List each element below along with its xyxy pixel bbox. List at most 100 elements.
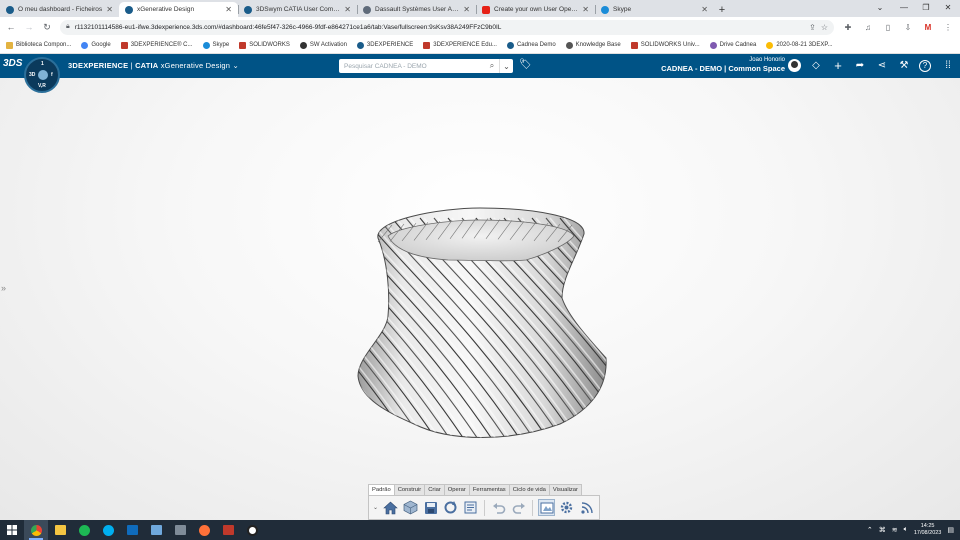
network-share-icon[interactable]: ⋖ <box>875 59 889 73</box>
notifications-icon[interactable]: ▤ <box>947 526 954 534</box>
sidebar-icon[interactable]: ▯ <box>882 23 894 32</box>
bookmark-item[interactable]: Knowledge Base <box>565 41 621 49</box>
minimize-button[interactable]: — <box>892 0 916 15</box>
file-explorer-icon[interactable] <box>48 520 72 540</box>
forward-icon[interactable]: → <box>24 22 34 32</box>
close-tab-icon[interactable]: ✕ <box>106 5 113 14</box>
user-space-info[interactable]: Joao Honorio CADNEA - DEMO | Common Spac… <box>661 57 785 73</box>
tools-icon[interactable]: ⚒ <box>897 59 911 73</box>
calculator-icon[interactable] <box>168 520 192 540</box>
bookmark-item[interactable]: Skype <box>202 41 229 49</box>
app-brand[interactable]: 3DEXPERIENCE | CATIA xGenerative Design … <box>68 61 239 70</box>
refresh-icon[interactable] <box>442 499 459 516</box>
media-icon[interactable]: ♫ <box>862 23 874 32</box>
browser-tab-youtube[interactable]: Create your own User Operators ✕ <box>476 2 595 17</box>
clock[interactable]: 14:25 17/08/2023 <box>914 523 942 537</box>
expand-panel-icon[interactable]: » <box>1 283 6 293</box>
solidworks-icon[interactable] <box>216 520 240 540</box>
3d-viewport[interactable]: » <box>0 78 960 520</box>
tab-padrao[interactable]: Padrão <box>368 484 395 495</box>
download-icon[interactable]: ⇩ <box>902 23 914 32</box>
tab-construir[interactable]: Construir <box>393 484 426 495</box>
bookmark-item[interactable]: SW Activation <box>299 41 347 49</box>
twisted-vase-model[interactable] <box>330 198 630 458</box>
tab-visualizar[interactable]: Visualizar <box>548 484 582 495</box>
browser-tab-user-assistance[interactable]: Dassault Systèmes User Assistan... ✕ <box>357 2 476 17</box>
chrome-icon[interactable] <box>24 520 48 540</box>
chevron-up-icon[interactable]: ⌃ <box>867 526 873 534</box>
extensions-icon[interactable]: ✚ <box>842 23 854 32</box>
add-icon[interactable]: + <box>831 59 845 73</box>
bookmark-item[interactable]: Google <box>81 41 111 49</box>
browser-tab-3dswym[interactable]: 3DSwym CATIA User Community ✕ <box>238 2 357 17</box>
close-window-button[interactable]: ✕ <box>936 0 960 15</box>
tab-ciclo-de-vida[interactable]: Ciclo de vida <box>508 484 550 495</box>
ds-logo-icon <box>423 41 431 49</box>
ds-app-icon[interactable] <box>144 520 168 540</box>
bookmark-item[interactable]: 3DEXPERIENCE <box>356 41 413 49</box>
tag-label-icon[interactable]: ◇ <box>809 59 823 73</box>
url-field[interactable]: 🔒︎ r1132101114586-eu1-ifwe.3dexperience.… <box>60 19 834 35</box>
search-icon[interactable]: ⌕ <box>485 59 499 73</box>
bookmark-item[interactable]: 3DEXPERIENCE Edu... <box>423 41 497 49</box>
tab-criar[interactable]: Criar <box>424 484 445 495</box>
reload-icon[interactable]: ↻ <box>42 22 52 33</box>
network-icon[interactable]: ⌘ <box>879 526 886 534</box>
share-icon[interactable]: ⇪ <box>809 23 816 32</box>
compass-button[interactable]: 3D f V,R 1 <box>24 57 60 93</box>
media-player-icon[interactable] <box>240 520 264 540</box>
chevron-down-icon[interactable]: ⌄ <box>373 504 378 511</box>
maximize-button[interactable]: ❐ <box>914 0 938 15</box>
home-icon[interactable] <box>382 499 399 516</box>
undo-icon[interactable] <box>490 499 507 516</box>
bookmark-item[interactable]: 2020-08-21 3DEXP... <box>766 41 833 49</box>
part-icon[interactable] <box>402 499 419 516</box>
close-tab-icon[interactable]: ✕ <box>701 5 708 14</box>
close-tab-icon[interactable]: ✕ <box>344 5 351 14</box>
skype-icon[interactable] <box>96 520 120 540</box>
gmail-icon[interactable]: M <box>922 23 934 32</box>
avatar[interactable] <box>788 59 801 72</box>
tab-ferramentas[interactable]: Ferramentas <box>468 484 510 495</box>
windows-start-icon[interactable] <box>0 520 24 540</box>
bookmark-item[interactable]: SOLIDWORKS Univ... <box>630 41 700 49</box>
close-tab-icon[interactable]: ✕ <box>463 5 470 14</box>
render-style-icon[interactable] <box>538 499 556 516</box>
volume-icon[interactable]: 🔈︎ <box>904 526 908 534</box>
grid-icon[interactable]: ⁞⁞ <box>941 59 955 73</box>
save-icon[interactable] <box>422 499 439 516</box>
bookmark-label: Google <box>91 42 111 48</box>
settings-gear-icon[interactable] <box>558 499 575 516</box>
close-tab-icon[interactable]: ✕ <box>225 5 232 14</box>
tab-title: xGenerative Design <box>137 6 195 13</box>
bookmark-item[interactable]: 3DEXPERIENCE® C... <box>120 41 193 49</box>
share-icon[interactable]: ➦ <box>853 59 867 73</box>
bookmark-item[interactable]: Drive Cadnea <box>709 41 756 49</box>
bookmark-star-icon[interactable]: ☆ <box>821 23 828 32</box>
browser-tab-skype[interactable]: Skype ✕ <box>595 2 714 17</box>
browser-tab-xgenerative[interactable]: xGenerative Design ✕ <box>119 2 238 17</box>
tab-operar[interactable]: Operar <box>443 484 470 495</box>
separator <box>532 499 534 516</box>
chevron-down-icon[interactable]: ⌄ <box>499 59 513 73</box>
bookmark-item[interactable]: Biblioteca Compon... <box>6 41 71 49</box>
browser-tab-dashboard[interactable]: O meu dashboard - Ficheiros ✕ <box>0 2 119 17</box>
outlook-icon[interactable] <box>120 520 144 540</box>
search-input[interactable] <box>339 59 485 73</box>
broadcast-icon[interactable] <box>578 499 595 516</box>
help-icon[interactable]: ? <box>919 60 931 72</box>
firefox-icon[interactable] <box>192 520 216 540</box>
back-icon[interactable]: ← <box>6 22 16 32</box>
bookmark-item[interactable]: SOLIDWORKS <box>239 41 290 49</box>
new-tab-button[interactable]: + <box>714 2 730 17</box>
close-tab-icon[interactable]: ✕ <box>582 5 589 14</box>
menu-icon[interactable]: ⋮ <box>942 23 954 32</box>
bookmark-item[interactable]: Cadnea Demo <box>506 41 556 49</box>
spiral-highlight <box>591 217 607 438</box>
properties-icon[interactable] <box>462 499 479 516</box>
wifi-icon[interactable]: ≋ <box>892 526 898 534</box>
spotify-icon[interactable] <box>72 520 96 540</box>
tag-icon[interactable]: 🏷︎ <box>519 59 532 70</box>
tab-search-icon[interactable]: ⌄ <box>868 0 892 15</box>
redo-icon[interactable] <box>510 499 527 516</box>
